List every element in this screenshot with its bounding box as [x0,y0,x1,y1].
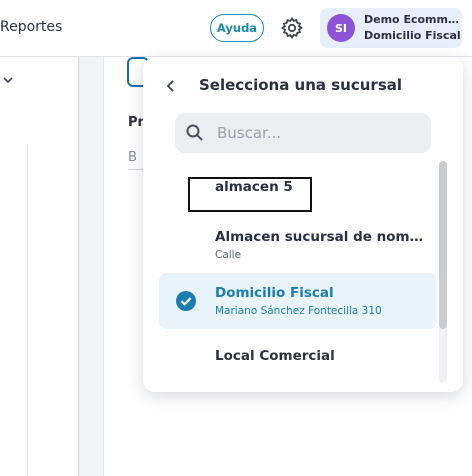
account-name: Demo Ecomm... [364,13,460,26]
gear-icon[interactable] [280,16,304,40]
search-icon [185,123,205,143]
search-box[interactable] [175,113,431,153]
help-button[interactable]: Ayuda [210,14,264,42]
branch-address: Mariano Sánchez Fontecilla 310 [215,305,382,317]
list-item[interactable]: Local Comercial [159,329,437,381]
branch-name: Almacen sucursal de nombre... [215,229,427,245]
highlight-box [188,177,312,212]
list-item-selected[interactable]: Domicilio Fiscal Mariano Sánchez Fonteci… [159,273,437,329]
branch-name: Domicilio Fiscal [215,285,334,301]
branch-selector-panel: Selecciona una sucursal almacen 5 Almace… [143,57,463,392]
top-bar: Reportes Ayuda SI Demo Ecomm... Domicili… [0,0,472,57]
branch-name: Local Comercial [215,348,335,364]
branch-address: Calle [215,249,242,261]
panel-heading: Selecciona una sucursal [199,76,403,94]
list-item[interactable]: Almacen sucursal de nombre... Calle [159,217,437,273]
sidebar-divider [27,145,28,476]
sidebar [0,57,79,476]
avatar: SI [327,14,355,42]
check-circle-icon [176,291,196,311]
page-title: Reportes [0,19,63,35]
account-switcher[interactable]: SI Demo Ecomm... Domicilio Fiscal [320,8,462,48]
scrollbar-thumb[interactable] [439,161,447,329]
chevron-down-icon[interactable] [2,71,14,84]
field-label: Pr [128,115,144,130]
chevron-left-icon[interactable] [163,78,179,94]
search-input[interactable] [217,121,417,145]
scrollbar[interactable] [439,161,447,383]
account-branch: Domicilio Fiscal [364,29,461,42]
